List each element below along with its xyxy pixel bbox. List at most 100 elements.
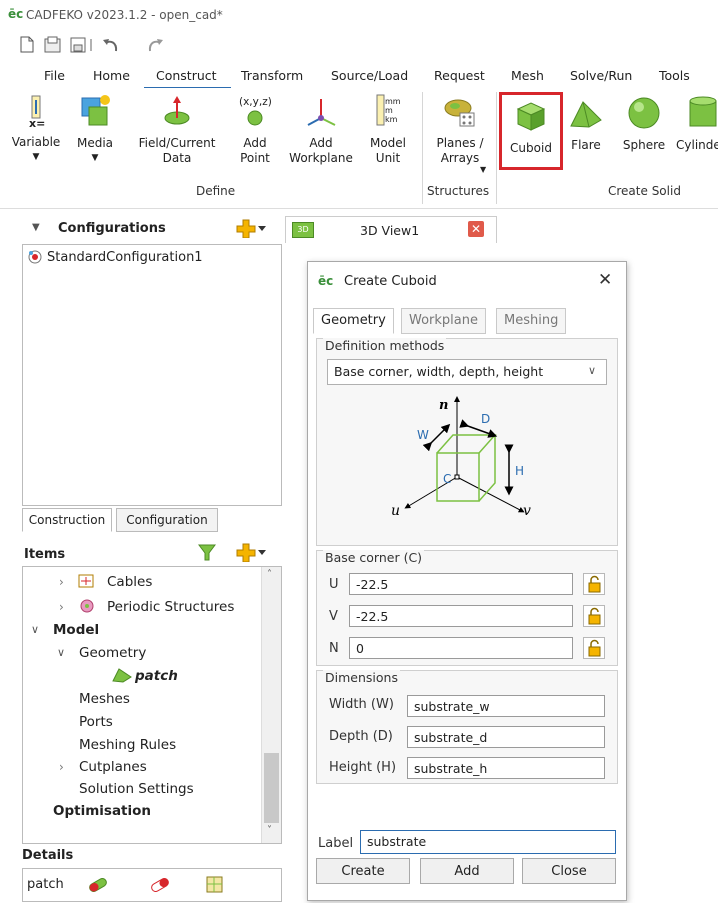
chevron-right-icon[interactable]: › [59,600,64,614]
add-point-button[interactable]: (x,y,z) Add Point [232,94,278,166]
variable-button[interactable]: x= Variable ▼ [8,94,64,165]
u-label: U [329,577,339,592]
open-file-icon[interactable] [42,33,64,55]
ribbon-separator [496,92,497,204]
tree-item-meshes[interactable]: Meshes [79,691,130,707]
tree-item-cutplanes[interactable]: Cutplanes [79,759,147,775]
add-point-label: Add Point [240,136,270,165]
dialog-app-icon: ēc [318,274,334,288]
tab-tools[interactable]: Tools [659,68,690,83]
depth-label: Depth (D) [329,729,393,744]
tab-source-load[interactable]: Source/Load [331,68,408,83]
filter-icon[interactable] [198,544,216,565]
v-input[interactable]: -22.5 [349,605,573,627]
add-workplane-button[interactable]: Add Workplane [286,94,356,166]
svg-text:km: km [385,115,398,124]
add-workplane-icon [307,99,336,126]
svg-text:mm: mm [385,97,401,106]
planes-arrays-button[interactable]: Planes / Arrays ▼ [428,94,492,174]
tab-mesh[interactable]: Mesh [511,68,544,83]
tab-meshing[interactable]: Meshing [496,308,567,334]
variable-icon: x= [29,95,45,130]
tree-item-cables[interactable]: Cables [107,574,152,590]
label-field-label: Label [318,836,354,851]
title-bar: ēc CADFEKO v2023.1.2 - open_cad* [0,0,718,30]
height-input[interactable]: substrate_h [407,757,605,779]
lock-icon[interactable] [583,637,605,659]
tab-solve-run[interactable]: Solve/Run [570,68,632,83]
tree-item-ports[interactable]: Ports [79,714,113,730]
definition-method-select[interactable]: Base corner, width, depth, height ∨ [327,359,607,385]
group-structures-label: Structures [427,184,490,198]
depth-input[interactable]: substrate_d [407,726,605,748]
save-icon[interactable] [70,33,92,55]
chevron-right-icon[interactable]: › [59,760,64,774]
configuration-icon [28,250,42,264]
tab-home[interactable]: Home [93,68,130,83]
tab-request[interactable]: Request [434,68,485,83]
add-configuration-icon[interactable] [236,218,266,241]
tab-file[interactable]: File [44,68,65,83]
lock-icon[interactable] [583,605,605,627]
cuboid-button[interactable]: Cuboid [499,92,563,170]
chevron-down-icon[interactable]: ∨ [57,646,65,659]
tree-item-model[interactable]: Model [53,622,99,638]
tree-item-solution-settings[interactable]: Solution Settings [79,781,194,797]
add-item-icon[interactable] [236,542,266,565]
tree-item-periodic-structures[interactable]: Periodic Structures [107,599,234,615]
tree-item-geometry[interactable]: Geometry [79,645,146,661]
width-input[interactable]: substrate_w [407,695,605,717]
chevron-right-icon[interactable]: › [59,575,64,589]
new-file-icon[interactable] [16,33,38,55]
chevron-down-icon[interactable]: ∨ [31,623,39,636]
scroll-up-icon[interactable]: ˄ [267,569,272,580]
tab-geometry[interactable]: Geometry [313,308,394,334]
tree-item-meshing-rules[interactable]: Meshing Rules [79,737,176,753]
n-input[interactable]: 0 [349,637,573,659]
group-define-label: Define [196,184,236,198]
tree-item-optimisation[interactable]: Optimisation [53,803,151,819]
cylinder-button[interactable]: Cylinde [676,96,718,153]
base-corner-label: Base corner (C) [323,550,425,565]
create-button[interactable]: Create [316,858,410,884]
scrollbar-thumb[interactable] [264,753,279,823]
dialog-title: Create Cuboid [344,274,437,289]
tree-scrollbar[interactable]: ˄ ˅ [261,567,281,843]
tab-construction[interactable]: Construction [22,508,112,532]
media-button[interactable]: Media ▼ [70,94,120,166]
tab-workplane[interactable]: Workplane [401,308,486,334]
pill-icon[interactable] [87,875,109,898]
tab-configuration[interactable]: Configuration [116,508,218,532]
scroll-down-icon[interactable]: ˅ [267,825,272,836]
list-item[interactable]: StandardConfiguration1 [27,249,203,265]
svg-text:H: H [515,464,524,478]
field-current-data-button[interactable]: Field/Current Data [128,94,226,166]
u-input[interactable]: -22.5 [349,573,573,595]
create-cuboid-dialog: ēc Create Cuboid ✕ Geometry Workplane Me… [307,261,627,901]
svg-text:C: C [443,472,451,486]
sphere-button[interactable]: Sphere [618,96,670,153]
close-tab-icon[interactable]: ✕ [468,221,484,237]
cuboid-diagram: n W D H C u v [391,396,531,519]
tab-construct[interactable]: Construct [144,68,230,89]
redo-icon[interactable] [144,33,166,55]
details-item-name: patch [27,877,64,892]
3d-view-tab[interactable]: 3D 3D View1 ✕ [285,216,497,243]
tree-item-patch[interactable]: patch [135,668,178,684]
undo-icon[interactable] [100,33,122,55]
lock-icon[interactable] [583,573,605,595]
ribbon: x= Variable ▼ Media ▼ Field/Current Data… [0,88,718,209]
label-input[interactable]: substrate [360,830,616,854]
add-button[interactable]: Add [420,858,514,884]
close-icon[interactable]: ✕ [598,270,612,290]
tab-transform[interactable]: Transform [241,68,303,83]
variable-dropdown-icon: ▼ [32,152,40,162]
mesh-icon[interactable] [205,875,225,898]
height-label: Height (H) [329,760,397,775]
collapse-icon[interactable]: ▼ [32,222,40,233]
flare-button[interactable]: Flare [566,96,606,153]
quick-access-toolbar [0,30,718,60]
pill-icon[interactable] [149,875,171,898]
close-button[interactable]: Close [522,858,616,884]
model-unit-button[interactable]: mm m km Model Unit [362,94,414,166]
